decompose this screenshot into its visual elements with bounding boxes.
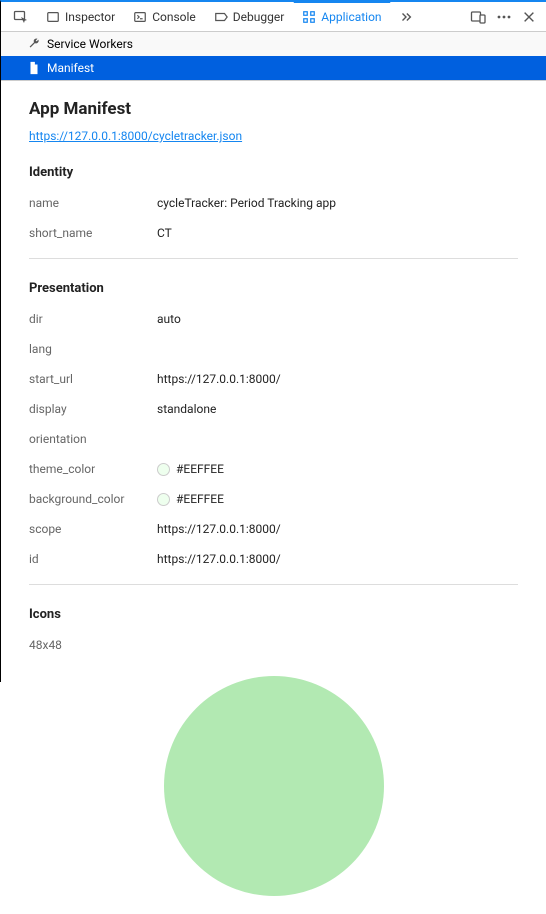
- row-name: name cycleTracker: Period Tracking app: [29, 188, 518, 218]
- theme-color-key: theme_color: [29, 462, 157, 476]
- row-background-color: background_color #EEFFEE: [29, 484, 518, 514]
- section-divider: [29, 584, 518, 585]
- scope-key: scope: [29, 522, 157, 536]
- theme-color-text: #EEFFEE: [176, 462, 224, 476]
- row-orientation: orientation: [29, 424, 518, 454]
- id-value: https://127.0.0.1:8000/: [157, 552, 281, 566]
- application-icon: [302, 10, 316, 24]
- icon-size-label: 48x48: [29, 638, 157, 652]
- row-scope: scope https://127.0.0.1:8000/: [29, 514, 518, 544]
- id-key: id: [29, 552, 157, 566]
- row-start-url: start_url https://127.0.0.1:8000/: [29, 364, 518, 394]
- element-picker-icon: [13, 9, 29, 25]
- lang-key: lang: [29, 342, 157, 356]
- application-sidebar: Service Workers Manifest: [1, 32, 546, 81]
- close-icon: [522, 10, 536, 24]
- display-value: standalone: [157, 402, 216, 416]
- close-button[interactable]: [522, 10, 536, 24]
- icons-header: Icons: [29, 607, 518, 622]
- background-color-key: background_color: [29, 492, 157, 506]
- tab-inspector-label: Inspector: [65, 10, 115, 24]
- name-key: name: [29, 196, 157, 210]
- row-icon-size: 48x48: [29, 630, 518, 660]
- start-url-value: https://127.0.0.1:8000/: [157, 372, 281, 386]
- row-short-name: short_name CT: [29, 218, 518, 248]
- scope-value: https://127.0.0.1:8000/: [157, 522, 281, 536]
- tab-inspector[interactable]: Inspector: [37, 2, 124, 32]
- dir-key: dir: [29, 312, 157, 326]
- section-divider: [29, 258, 518, 259]
- service-workers-label: Service Workers: [47, 37, 133, 51]
- icon-preview: [29, 668, 518, 896]
- tab-application[interactable]: Application: [293, 1, 390, 31]
- document-icon: [27, 61, 41, 75]
- theme-color-swatch[interactable]: [157, 463, 170, 476]
- app-icon-image: [164, 676, 384, 896]
- background-color-text: #EEFFEE: [176, 492, 224, 506]
- kebab-menu-button[interactable]: [496, 9, 512, 25]
- sidebar-item-service-workers[interactable]: Service Workers: [1, 32, 546, 56]
- wrench-icon: [27, 37, 41, 51]
- identity-header: Identity: [29, 165, 518, 180]
- background-color-swatch[interactable]: [157, 493, 170, 506]
- row-theme-color: theme_color #EEFFEE: [29, 454, 518, 484]
- sidebar-item-manifest[interactable]: Manifest: [1, 56, 546, 80]
- tab-console[interactable]: Console: [124, 2, 205, 32]
- name-value: cycleTracker: Period Tracking app: [157, 196, 336, 210]
- row-lang: lang: [29, 334, 518, 364]
- tab-debugger[interactable]: Debugger: [205, 2, 294, 32]
- tab-application-label: Application: [321, 10, 381, 24]
- short-name-key: short_name: [29, 226, 157, 240]
- theme-color-value: #EEFFEE: [157, 462, 224, 476]
- display-key: display: [29, 402, 157, 416]
- start-url-key: start_url: [29, 372, 157, 386]
- dir-value: auto: [157, 312, 181, 326]
- short-name-value: CT: [157, 226, 172, 240]
- tab-debugger-label: Debugger: [233, 10, 285, 24]
- manifest-panel: App Manifest https://127.0.0.1:8000/cycl…: [1, 81, 546, 914]
- console-icon: [133, 10, 147, 24]
- devices-icon: [470, 9, 486, 25]
- row-dir: dir auto: [29, 304, 518, 334]
- orientation-key: orientation: [29, 432, 157, 446]
- inspector-icon: [46, 10, 60, 24]
- tab-console-label: Console: [152, 10, 196, 24]
- background-color-value: #EEFFEE: [157, 492, 224, 506]
- manifest-label: Manifest: [47, 61, 94, 75]
- debugger-icon: [214, 10, 228, 24]
- responsive-design-button[interactable]: [470, 9, 486, 25]
- chevron-double-right-icon: [399, 10, 413, 24]
- element-picker-button[interactable]: [5, 3, 37, 31]
- page-title: App Manifest: [29, 99, 518, 119]
- manifest-url-link[interactable]: https://127.0.0.1:8000/cycletracker.json: [29, 129, 242, 143]
- row-id: id https://127.0.0.1:8000/: [29, 544, 518, 574]
- tabs-overflow-button[interactable]: [391, 3, 421, 31]
- row-display: display standalone: [29, 394, 518, 424]
- presentation-header: Presentation: [29, 281, 518, 296]
- kebab-icon: [496, 9, 512, 25]
- devtools-toolbar: Inspector Console Debugger Application: [1, 2, 546, 32]
